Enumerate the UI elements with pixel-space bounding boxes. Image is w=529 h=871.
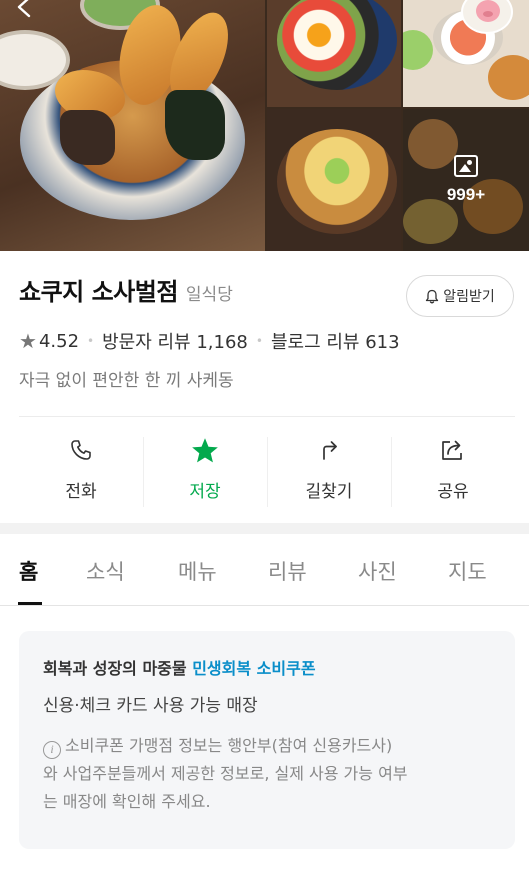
directions-button[interactable]: 길찾기 [267,433,391,509]
coupon-note-line: 는 매장에 확인해 주세요. [43,792,211,811]
section-divider [0,523,529,534]
stats-row: ★ 4.52 • 방문자 리뷰 1,168 • 블로그 리뷰 613 [19,328,400,354]
place-category: 일식당 [185,285,233,305]
photo-thumb[interactable] [267,109,401,251]
coupon-title-highlight: 민생회복 소비쿠폰 [192,659,316,678]
tab-photos[interactable]: 사진 [358,556,397,586]
tab-bar: 홈 소식 메뉴 리뷰 사진 지도 [0,534,529,606]
active-tab-indicator [18,602,42,605]
coupon-note-line: 와 사업주분들께서 제공한 정보로, 실제 사용 가능 여부 [43,764,408,783]
salad-dish [403,30,433,70]
main-photo[interactable] [0,0,265,251]
blog-reviews-link[interactable]: 블로그 리뷰 613 [271,328,400,354]
coupon-title: 회복과 성장의 마중물 민생회복 소비쿠폰 [43,655,491,679]
separator-dot: • [87,334,95,348]
photo-gallery[interactable]: 999+ [0,0,529,251]
pig-character-icon [476,0,500,22]
tab-home[interactable]: 홈 [19,556,38,586]
call-label: 전화 [65,482,97,502]
share-icon [440,437,466,463]
katsudon-bowl [277,129,397,234]
coupon-info-card: 회복과 성장의 마중물 민생회복 소비쿠폰 신용·체크 카드 사용 가능 매장 … [19,631,515,849]
share-label: 공유 [437,482,469,502]
star-icon [191,437,219,463]
share-button[interactable]: 공유 [391,433,515,509]
coupon-note: i 소비쿠폰 가맹점 정보는 행안부(참여 신용카드사) 와 사업주분들께서 제공… [43,732,491,816]
directions-icon [317,437,341,463]
egg-bowl [277,0,397,90]
save-button[interactable]: 저장 [143,433,267,509]
coupon-note-line: 소비쿠폰 가맹점 정보는 행안부(참여 신용카드사) [65,736,393,755]
visitor-reviews-link[interactable]: 방문자 리뷰 1,168 [102,328,248,354]
photo-count: 999+ [446,185,486,204]
fried-dish [488,55,529,100]
call-button[interactable]: 전화 [19,433,143,509]
nori-tempura [165,90,225,160]
tab-news[interactable]: 소식 [86,556,125,586]
phone-icon [69,437,93,463]
place-tagline: 자극 없이 편안한 한 끼 사케동 [19,371,234,391]
bell-icon [425,289,439,304]
image-icon [454,155,478,177]
separator-dot: • [255,334,263,348]
save-label: 저장 [189,482,221,502]
photo-thumb[interactable] [267,0,401,107]
mushroom-tempura [60,110,115,165]
coupon-title-prefix: 회복과 성장의 마중물 [43,659,187,678]
divider [19,416,515,417]
place-header: 쇼쿠지 소사벌점 일식당 [19,272,233,307]
more-photos-overlay[interactable]: 999+ [403,109,529,251]
place-name: 쇼쿠지 소사벌점 [19,278,178,306]
tab-menu[interactable]: 메뉴 [178,556,217,586]
star-rating-icon: ★ [19,329,37,353]
action-bar: 전화 저장 길찾기 공유 [19,433,515,509]
tab-map[interactable]: 지도 [448,556,487,586]
alarm-label: 알림받기 [443,289,495,305]
coupon-subtitle: 신용·체크 카드 사용 가능 매장 [43,696,258,716]
back-button[interactable] [14,0,44,22]
directions-label: 길찾기 [305,482,353,502]
tab-reviews[interactable]: 리뷰 [268,556,307,586]
info-icon: i [43,741,61,759]
rating-value: 4.52 [38,330,80,352]
chevron-left-icon [17,0,31,18]
alarm-button[interactable]: 알림받기 [406,275,514,317]
